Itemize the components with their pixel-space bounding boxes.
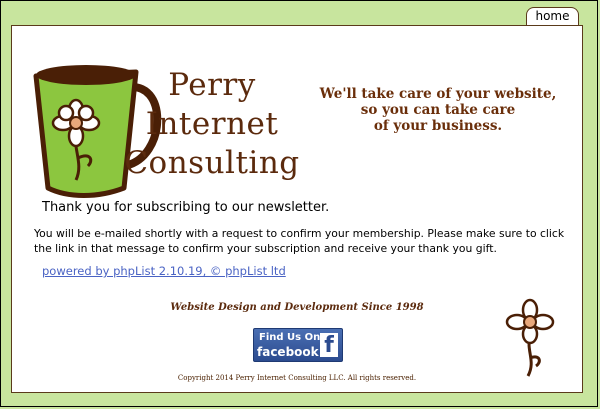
brand-line-2: Internet: [145, 106, 279, 142]
confirmation-message: You will be e-mailed shortly with a requ…: [34, 227, 565, 255]
facebook-find-us-label: Find Us On: [259, 332, 321, 343]
flower-icon: [505, 298, 555, 377]
thank-you-heading: Thank you for subscribing to our newslet…: [42, 200, 330, 215]
since-1998-text: Website Design and Development Since 199…: [170, 302, 424, 313]
brand-line-1: Perry: [168, 67, 256, 103]
copyright-text: Copyright 2014 Perry Internet Consulting…: [177, 374, 417, 382]
facebook-label: facebook: [257, 345, 319, 359]
brand-name: Perry Internet Consulting: [122, 66, 302, 183]
tagline: We'll take care of your website, so you …: [302, 86, 574, 134]
tagline-line-1: We'll take care of your website,: [319, 86, 557, 102]
facebook-icon: f: [320, 333, 338, 358]
facebook-button[interactable]: Find Us On facebook f: [253, 328, 343, 362]
tagline-line-2: so you can take care: [360, 102, 516, 118]
tagline-line-3: of your business.: [373, 118, 503, 134]
content-panel: Perry Internet Consulting We'll take car…: [11, 25, 583, 393]
home-tab[interactable]: home: [526, 7, 579, 25]
brand-line-3: Consulting: [124, 145, 300, 181]
powered-by-link[interactable]: powered by phpList 2.10.19, © phpList lt…: [42, 264, 286, 278]
